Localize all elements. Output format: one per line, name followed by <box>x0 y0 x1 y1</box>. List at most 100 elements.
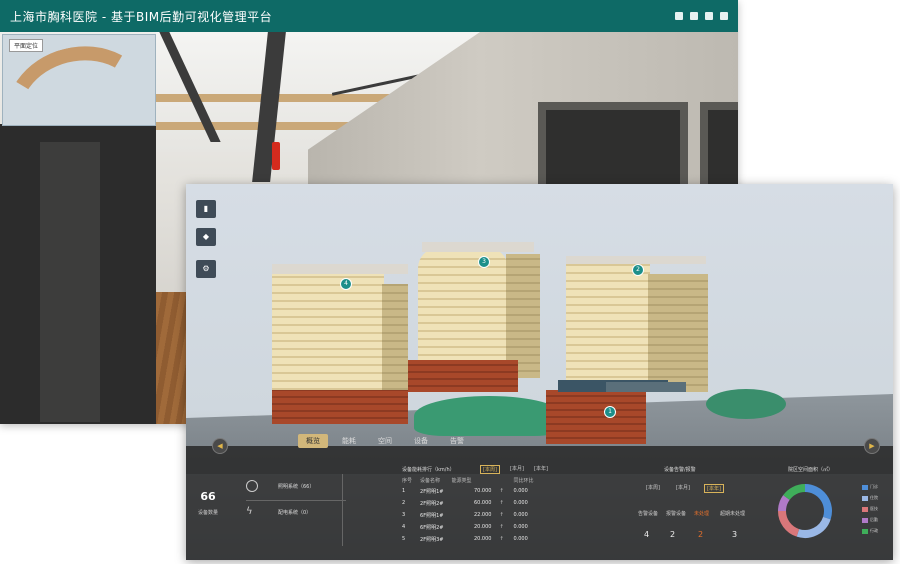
collapse-right-button[interactable]: ▶ <box>864 438 880 454</box>
alarm-value[interactable]: 4 <box>644 530 649 539</box>
user-icon[interactable] <box>705 12 713 20</box>
device-ratio: 0.000 <box>513 524 528 530</box>
row-number: 5 <box>402 536 406 542</box>
legend-item: 后勤 <box>862 517 878 523</box>
legend-swatch <box>862 484 868 490</box>
legend-item: 行政 <box>862 528 878 534</box>
row-number: 1 <box>402 488 406 494</box>
alarm-year-button[interactable]: [本年] <box>704 484 724 493</box>
legend-item: 医技 <box>862 506 878 512</box>
table-header: 序号 设备名称 能源类型 同比环比 <box>398 476 537 485</box>
building-pin[interactable]: 3 <box>478 256 490 268</box>
divider <box>246 500 346 501</box>
device-ratio: 0.000 <box>513 536 528 542</box>
system-label: 配电系统（0） <box>278 509 312 516</box>
ranking-week-button[interactable]: [本周] <box>480 465 500 474</box>
location-marker <box>272 142 280 170</box>
table-row[interactable]: 3 6F照明1# 22.000 ↑ 0.000 <box>398 509 537 521</box>
device-value: 60.000 <box>473 500 492 506</box>
tab-alarm[interactable]: 告警 <box>442 434 472 448</box>
system-power[interactable]: ϟ 配电系统（0） <box>246 506 311 518</box>
space-title: 院区空间面积（㎡） <box>788 467 834 473</box>
lawn <box>706 389 786 419</box>
ranking-title: 设备能耗排行（km/h） <box>402 467 455 473</box>
lawn <box>414 396 564 436</box>
alarm-title: 设备告警/报警 <box>664 467 696 473</box>
building-pin[interactable]: 2 <box>632 264 644 276</box>
space-donut-chart[interactable] <box>776 482 834 540</box>
trend-up-icon: ↑ <box>499 524 504 530</box>
device-count-label: 设备数量 <box>197 510 218 516</box>
ranking-year-button[interactable]: [本年] <box>532 465 550 472</box>
table-row[interactable]: 4 6F照明2# 20.000 ↑ 0.000 <box>398 521 537 533</box>
device-name: 2F照明3# <box>420 536 444 543</box>
building-pin[interactable]: 1 <box>604 406 616 418</box>
system-label: 照明系统（66） <box>278 483 315 490</box>
diamond-icon: ◆ <box>202 232 210 241</box>
legend-label: 住院 <box>870 495 878 500</box>
trend-up-icon: ↑ <box>499 512 504 518</box>
device-ratio: 0.000 <box>513 512 528 518</box>
tab-device[interactable]: 设备 <box>406 434 436 448</box>
collapse-left-button[interactable]: ◀ <box>212 438 228 454</box>
device-value: 70.000 <box>473 488 492 494</box>
donut-slice[interactable] <box>778 495 790 512</box>
minimap[interactable]: 平面定位 <box>0 30 169 194</box>
alarm-value[interactable]: 3 <box>732 530 737 539</box>
alarm-value[interactable]: 2 <box>670 530 675 539</box>
building-pin[interactable]: 4 <box>340 278 352 290</box>
ranking-month-button[interactable]: [本月] <box>508 465 526 472</box>
alarm-week-button[interactable]: [本周] <box>644 484 662 491</box>
ranking-table: 序号 设备名称 能源类型 同比环比 1 2F照明1# 70.000 ↑ 0.00… <box>398 476 537 545</box>
donut-slice[interactable] <box>796 516 831 538</box>
nav-tabs: 概览 能耗 空间 设备 告警 <box>298 434 472 448</box>
legend-item: 住院 <box>862 495 878 501</box>
tab-overview[interactable]: 概览 <box>298 434 328 448</box>
lightning-icon: ϟ <box>246 506 253 517</box>
legend-swatch <box>862 495 868 501</box>
tab-energy[interactable]: 能耗 <box>334 434 364 448</box>
legend-label: 医技 <box>870 506 878 511</box>
table-row[interactable]: 5 2F照明3# 20.000 ↑ 0.000 <box>398 533 537 545</box>
donut-slice[interactable] <box>778 510 800 537</box>
alarm-value[interactable]: 2 <box>698 530 703 539</box>
tab-space[interactable]: 空间 <box>370 434 400 448</box>
column-header: 同比环比 <box>513 478 534 484</box>
doorway <box>538 102 688 192</box>
divider <box>342 474 343 546</box>
system-lighting[interactable]: 照明系统（66） <box>246 480 314 492</box>
legend-label: 后勤 <box>870 517 878 522</box>
table-row[interactable]: 1 2F照明1# 70.000 ↑ 0.000 <box>398 485 537 497</box>
column-header: 设备名称 <box>420 478 441 484</box>
device-name: 6F照明2# <box>420 524 444 531</box>
share-icon[interactable] <box>675 12 683 20</box>
device-ratio: 0.000 <box>513 500 528 506</box>
legend-label: 门诊 <box>870 484 878 489</box>
alarm-label: 未处理 <box>694 511 710 517</box>
donut-slice[interactable] <box>804 484 832 520</box>
app-title: 上海市胸科医院 - 基于BIM后勤可视化管理平台 <box>10 9 273 24</box>
bulb-icon <box>246 480 258 492</box>
legend-swatch <box>862 506 868 512</box>
device-name: 2F照明2# <box>420 500 444 507</box>
title-bar: 上海市胸科医院 - 基于BIM后勤可视化管理平台 <box>0 0 738 32</box>
gear-icon: ⚙ <box>202 264 210 273</box>
row-number: 2 <box>402 500 406 506</box>
trend-up-icon: ↑ <box>499 488 504 494</box>
donut-slice[interactable] <box>783 484 806 501</box>
device-name: 2F照明1# <box>420 488 444 495</box>
pin-icon: ▮ <box>203 204 209 213</box>
column-header: 序号 <box>402 478 413 484</box>
rotate-button[interactable]: ◆ <box>196 228 216 246</box>
table-row[interactable]: 2 2F照明2# 60.000 ↑ 0.000 <box>398 497 537 509</box>
settings-icon[interactable] <box>720 12 728 20</box>
alarm-month-button[interactable]: [本月] <box>674 484 692 491</box>
titlebar-controls <box>675 12 728 20</box>
legend-item: 门诊 <box>862 484 878 490</box>
legend-label: 行政 <box>870 528 878 533</box>
grid-icon[interactable] <box>690 12 698 20</box>
campus-3d-window: ▮ ◆ ⚙ 4 3 2 1 ◀ ▶ 概览 能耗 空间 设备 告警 66 设备数量… <box>186 184 893 560</box>
device-value: 20.000 <box>473 536 492 542</box>
view-mode-button[interactable]: ▮ <box>196 200 216 218</box>
settings-button[interactable]: ⚙ <box>196 260 216 278</box>
